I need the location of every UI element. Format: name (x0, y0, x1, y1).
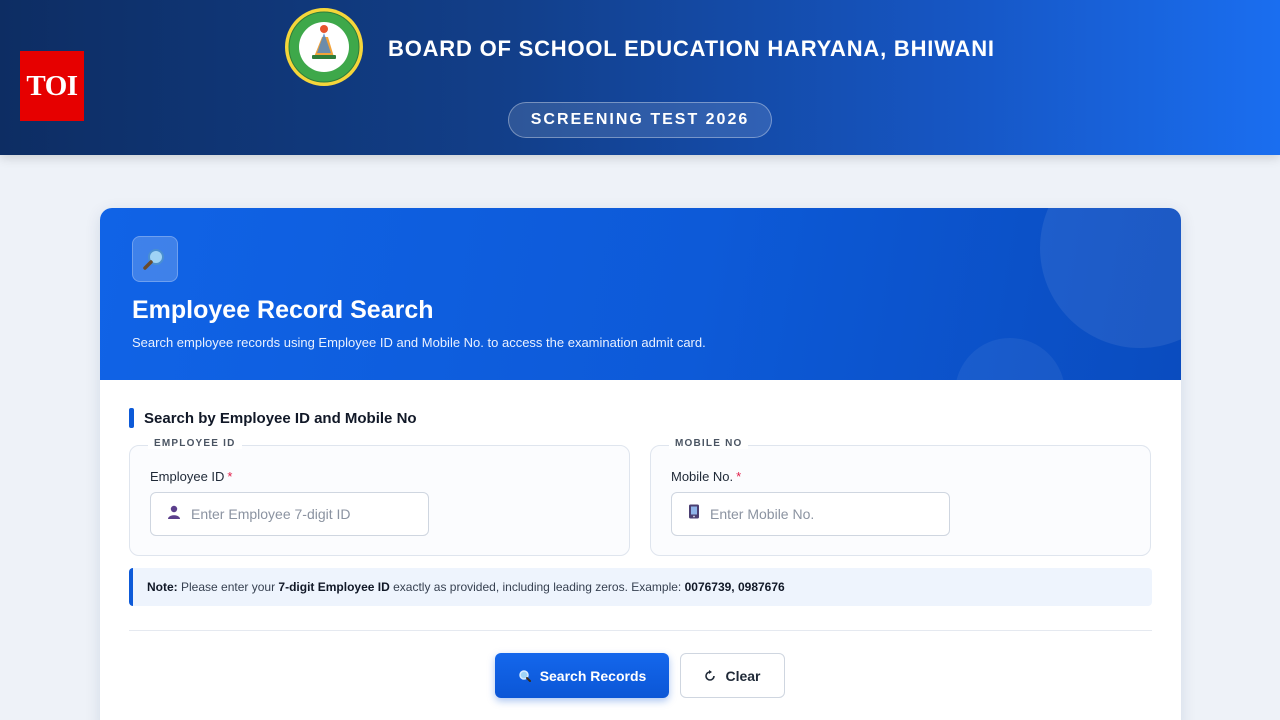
required-mark: * (736, 469, 742, 484)
note-examples: 0076739, 0987676 (684, 580, 785, 594)
clear-label: Clear (725, 667, 761, 684)
card-header: Employee Record Search Search employee r… (100, 208, 1181, 380)
screening-test-badge: SCREENING TEST 2026 (508, 102, 772, 138)
search-records-label: Search Records (539, 667, 647, 684)
required-mark: * (227, 469, 233, 484)
mobile-no-input[interactable] (710, 506, 930, 522)
section-accent-bar (129, 408, 134, 428)
note-emphasis: 7-digit Employee ID (278, 580, 390, 594)
search-icon (518, 669, 531, 682)
mobile-no-label: Mobile No. * (671, 469, 742, 484)
board-emblem-icon (284, 7, 364, 87)
site-header: TOI BOARD OF SCHOOL EDUCATION HARYANA, B… (0, 0, 1280, 155)
employee-id-fieldset: EMPLOYEE ID Employee ID * (129, 438, 630, 556)
card-subtitle: Search employee records using Employee I… (132, 335, 706, 350)
decorative-circle (1040, 208, 1181, 348)
section-title-text: Search by Employee ID and Mobile No (144, 409, 417, 427)
search-icon (132, 236, 178, 282)
section-title: Search by Employee ID and Mobile No (129, 408, 417, 428)
mobile-phone-icon (688, 504, 700, 524)
clear-button[interactable]: Clear (680, 653, 785, 698)
employee-id-legend: EMPLOYEE ID (148, 438, 242, 449)
board-title: BOARD OF SCHOOL EDUCATION HARYANA, BHIWA… (388, 36, 995, 61)
decorative-circle (955, 338, 1065, 380)
mobile-no-fieldset: MOBILE NO Mobile No. * (650, 438, 1151, 556)
refresh-icon (704, 669, 716, 682)
employee-search-card: Employee Record Search Search employee r… (100, 208, 1181, 720)
info-note: Note: Please enter your 7-digit Employee… (129, 568, 1152, 606)
note-text-1: Please enter your (177, 580, 279, 594)
user-icon (167, 505, 181, 524)
search-records-button[interactable]: Search Records (495, 653, 669, 698)
mobile-no-legend: MOBILE NO (669, 438, 749, 449)
mobile-no-input-wrapper[interactable] (671, 492, 950, 536)
note-text-2: exactly as provided, including leading z… (389, 580, 685, 594)
employee-id-input-wrapper[interactable] (150, 492, 429, 536)
toi-logo-badge[interactable]: TOI (20, 51, 84, 121)
card-title: Employee Record Search (132, 296, 434, 324)
employee-id-input[interactable] (191, 506, 411, 522)
divider (129, 630, 1152, 631)
note-prefix: Note: (147, 580, 178, 594)
employee-id-label: Employee ID * (150, 469, 233, 484)
